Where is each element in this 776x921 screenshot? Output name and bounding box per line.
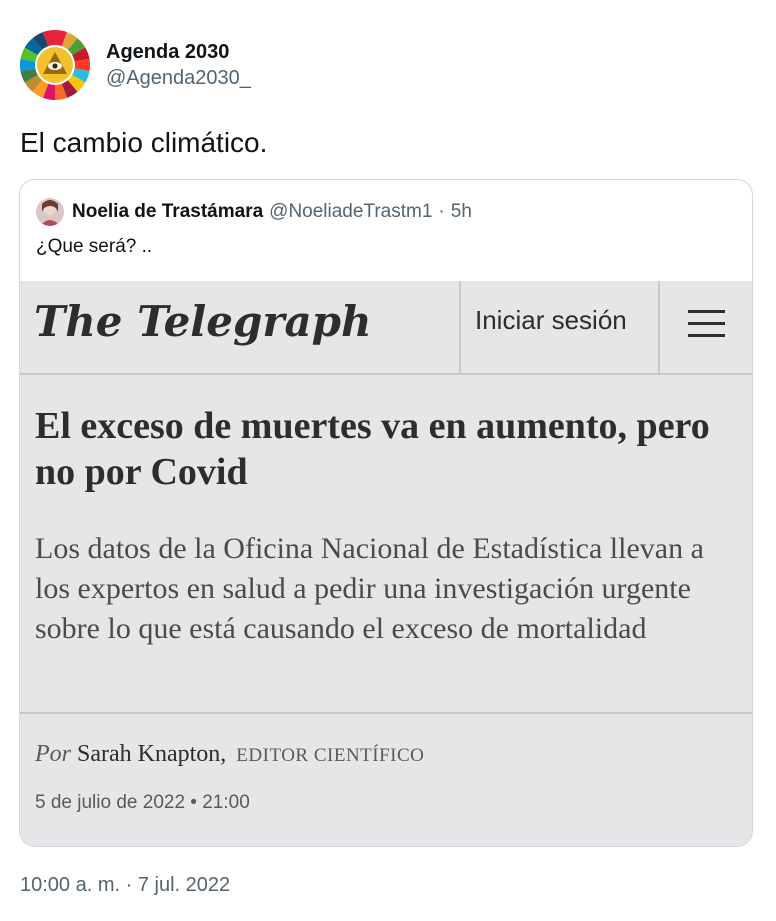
- quote-author-avatar[interactable]: [36, 198, 64, 226]
- tweet-header: Agenda 2030 @Agenda2030_: [20, 30, 251, 100]
- quote-author-handle[interactable]: @NoeliadeTrastm1: [269, 201, 432, 223]
- sdg-wheel-eye-icon: [20, 30, 90, 100]
- article-divider: [20, 712, 752, 714]
- telegraph-header-bar: The Telegraph Iniciar sesión: [20, 281, 752, 375]
- byline-role: EDITOR CIENTÍFICO: [236, 745, 425, 766]
- telegraph-logo: The Telegraph: [34, 297, 372, 346]
- profile-photo-icon: [36, 198, 64, 226]
- author-handle[interactable]: @Agenda2030_: [106, 65, 251, 91]
- quote-author-name[interactable]: Noelia de Trastámara: [72, 201, 263, 223]
- tweet-author: Agenda 2030 @Agenda2030_: [106, 39, 251, 91]
- quote-separator: ·: [438, 201, 445, 222]
- login-link[interactable]: Iniciar sesión: [475, 305, 627, 336]
- header-divider: [658, 281, 660, 375]
- quote-text: ¿Que será? ..: [36, 236, 153, 257]
- article-byline: Por Sarah Knapton, EDITOR CIENTÍFICO: [35, 741, 424, 768]
- quote-time[interactable]: 5h: [451, 201, 472, 223]
- article-headline: El exceso de muertes va en aumento, pero…: [35, 405, 710, 493]
- author-display-name[interactable]: Agenda 2030: [106, 39, 251, 65]
- byline-author: Sarah Knapton,: [77, 741, 227, 767]
- tweet-text: El cambio climático.: [20, 127, 268, 158]
- byline-prefix: Por: [35, 741, 71, 767]
- tweet-timestamp[interactable]: 10:00 a. m. · 7 jul. 2022: [20, 874, 230, 897]
- header-divider: [459, 281, 461, 375]
- quote-header: Noelia de Trastámara @NoeliadeTrastm1 · …: [36, 198, 472, 226]
- agenda2030-avatar[interactable]: [20, 30, 90, 100]
- article-preview[interactable]: The Telegraph Iniciar sesión El exceso d…: [20, 281, 752, 846]
- hamburger-menu-icon[interactable]: [688, 310, 725, 338]
- article-date: 5 de julio de 2022 • 21:00: [35, 792, 250, 813]
- article-subheadline: Los datos de la Oficina Nacional de Esta…: [35, 532, 704, 645]
- quote-tweet-card[interactable]: Noelia de Trastámara @NoeliadeTrastm1 · …: [19, 179, 753, 847]
